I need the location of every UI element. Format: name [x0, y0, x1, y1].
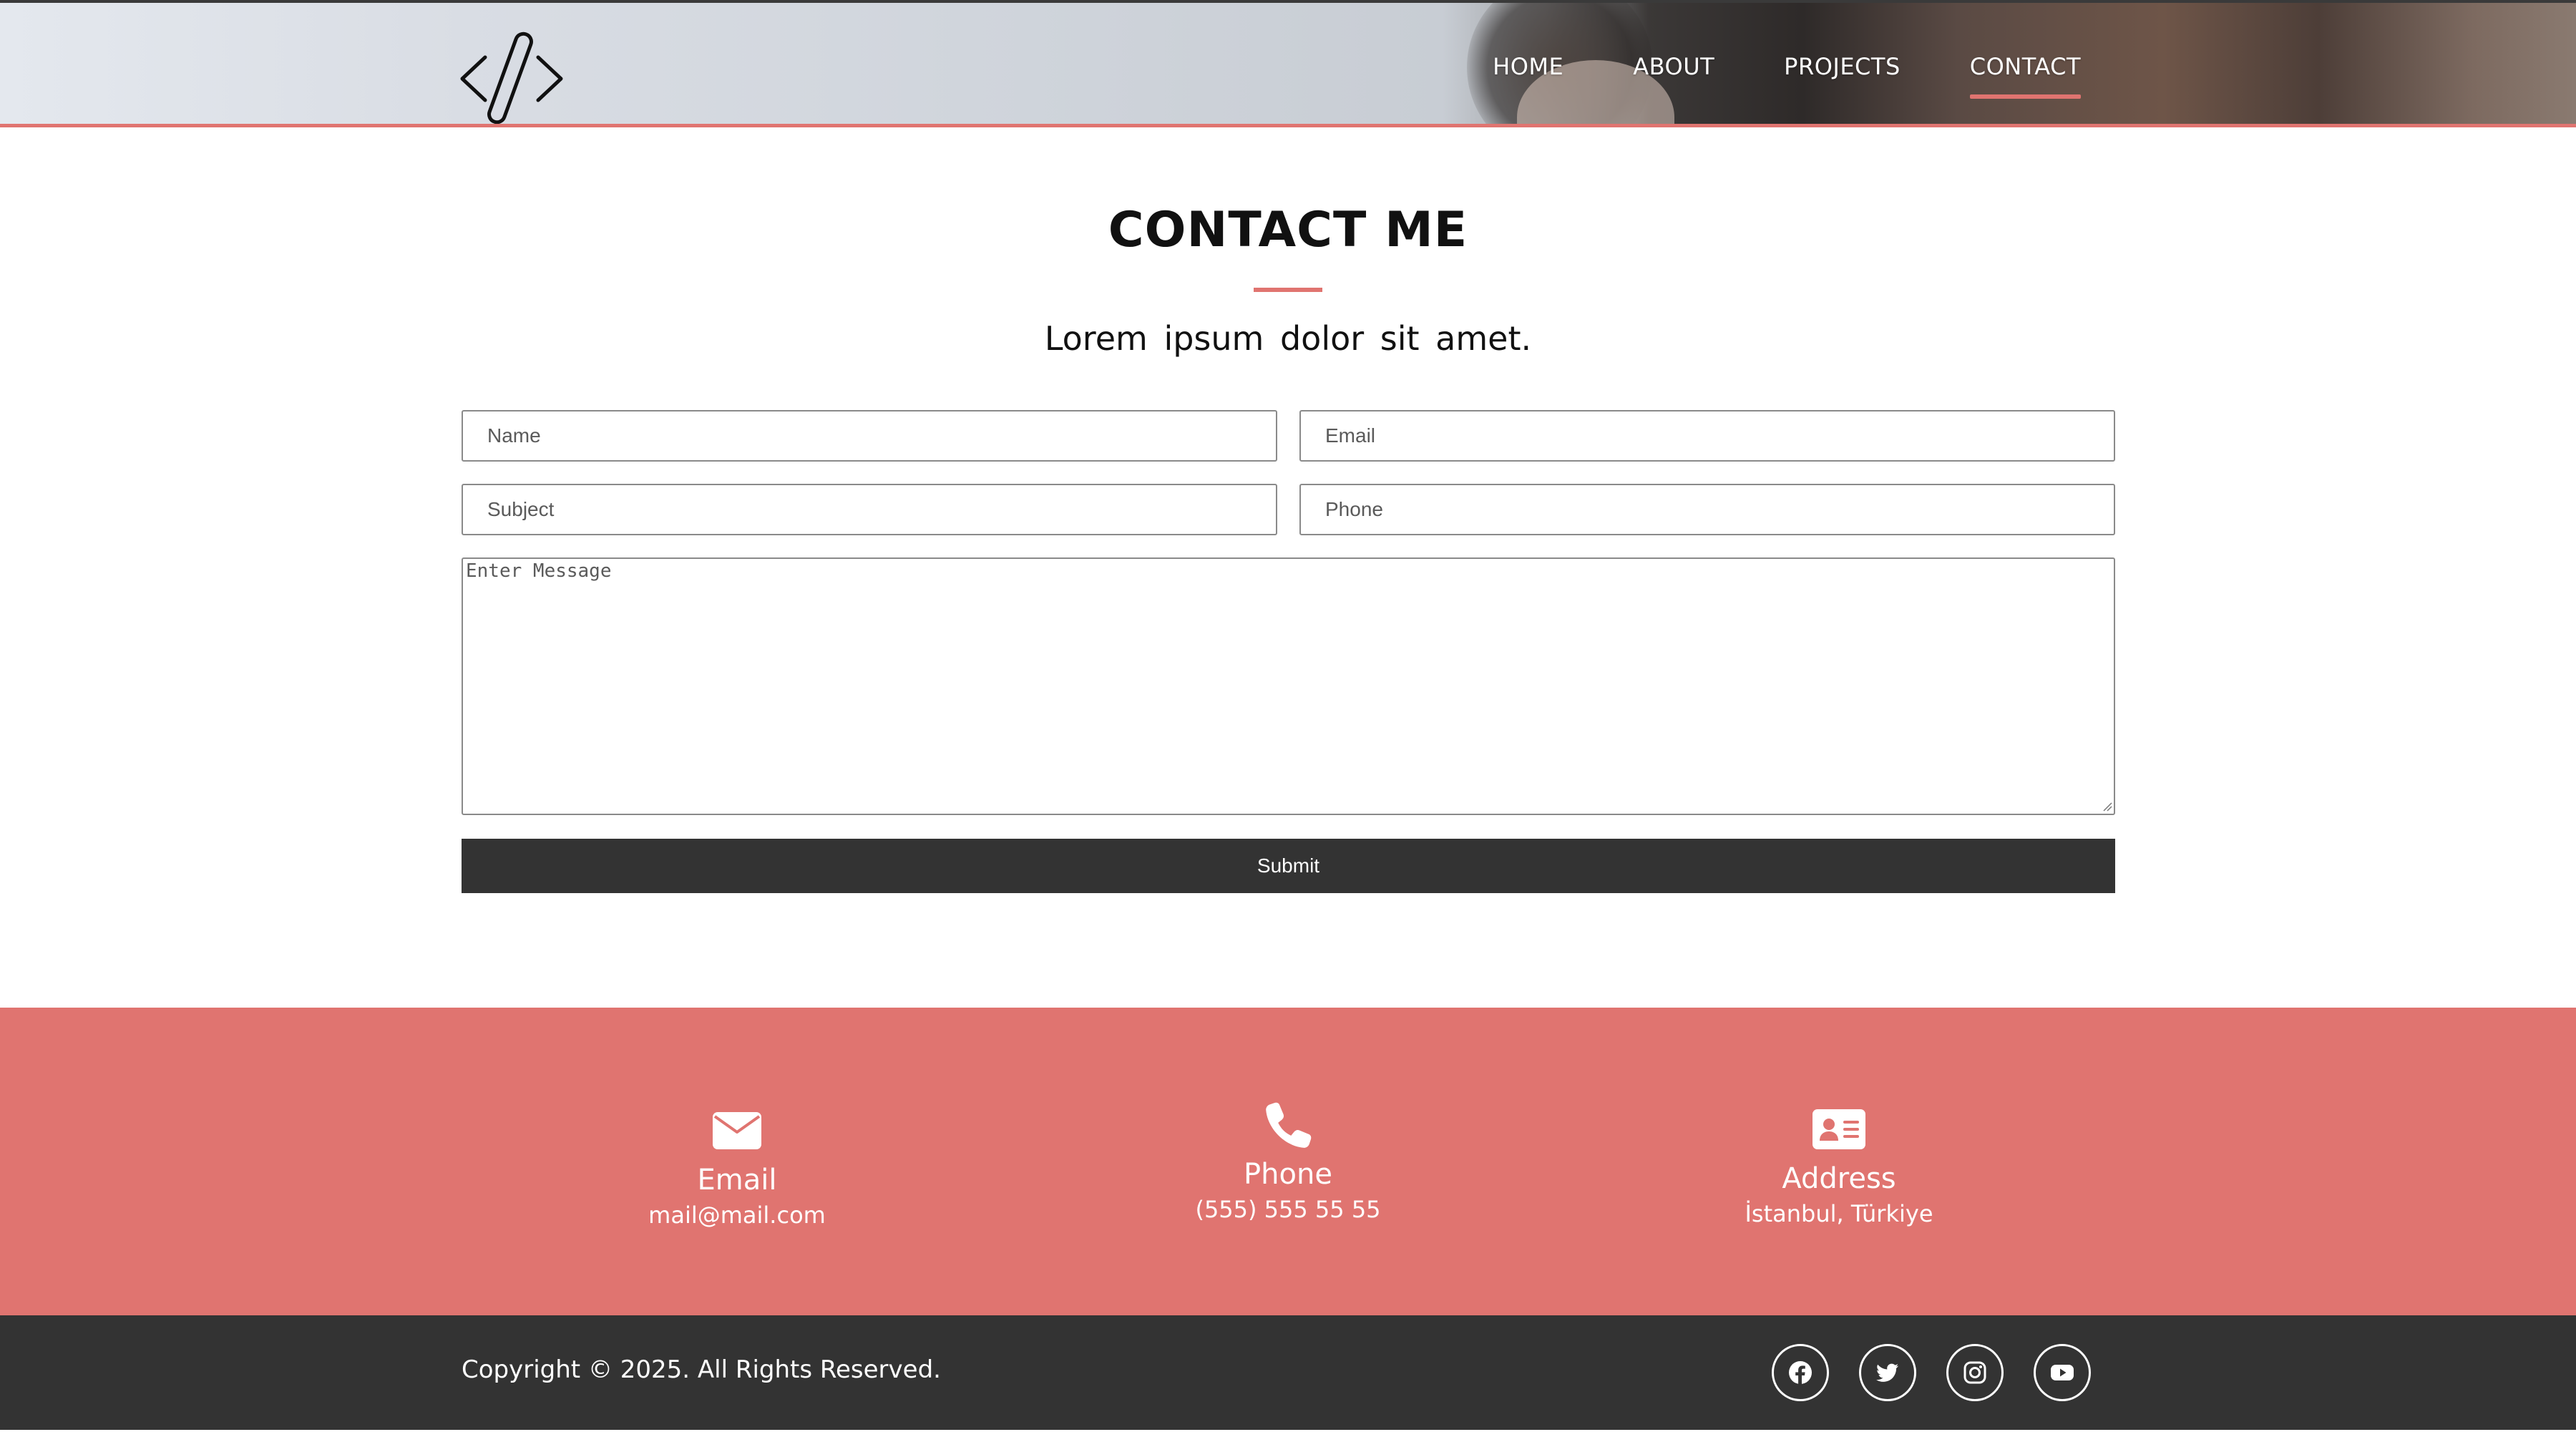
- code-brackets-icon[interactable]: [458, 29, 565, 127]
- page-subtitle: Lorem ipsum dolor sit amet.: [1044, 319, 1532, 358]
- info-address-label: Address: [1782, 1162, 1896, 1195]
- info-phone-label: Phone: [1244, 1158, 1332, 1191]
- phone-icon: [1266, 1102, 1312, 1148]
- info-phone: Phone (555) 555 55 55: [1073, 1099, 1503, 1224]
- subject-input[interactable]: [462, 484, 1277, 535]
- youtube-link[interactable]: [2034, 1344, 2091, 1401]
- facebook-icon: [1789, 1361, 1812, 1384]
- site-footer: Copyright © 2025. All Rights Reserved.: [0, 1315, 2576, 1430]
- youtube-icon: [2051, 1365, 2074, 1380]
- message-textarea[interactable]: [462, 557, 2115, 815]
- instagram-link[interactable]: [1946, 1344, 2004, 1401]
- contact-info-band: Email mail@mail.com Phone (555) 555 55 5…: [0, 1008, 2576, 1315]
- site-header: HOME ABOUT PROJECTS CONTACT: [0, 0, 2576, 127]
- instagram-icon: [1963, 1361, 1986, 1384]
- info-email-value[interactable]: mail@mail.com: [522, 1201, 952, 1229]
- main-nav: HOME ABOUT PROJECTS CONTACT: [1493, 53, 2082, 99]
- info-phone-value[interactable]: (555) 555 55 55: [1073, 1195, 1503, 1224]
- nav-about[interactable]: ABOUT: [1633, 53, 1714, 80]
- envelope-icon: [713, 1112, 761, 1149]
- title-divider: [1254, 288, 1322, 292]
- info-address: Address İstanbul, Türkiye: [1624, 1099, 2054, 1228]
- nav-projects[interactable]: PROJECTS: [1784, 53, 1901, 80]
- phone-input[interactable]: [1299, 484, 2115, 535]
- facebook-link[interactable]: [1772, 1344, 1829, 1401]
- info-email: Email mail@mail.com: [522, 1099, 952, 1229]
- email-input[interactable]: [1299, 410, 2115, 462]
- twitter-icon: [1876, 1363, 1898, 1382]
- textarea-resize-handle[interactable]: [2102, 802, 2112, 812]
- info-address-value: İstanbul, Türkiye: [1745, 1200, 1933, 1227]
- submit-button[interactable]: Submit: [462, 839, 2115, 893]
- address-card-icon: [1813, 1109, 1865, 1149]
- nav-contact[interactable]: CONTACT: [1969, 53, 2082, 99]
- twitter-link[interactable]: [1859, 1344, 1916, 1401]
- info-email-label: Email: [697, 1164, 777, 1197]
- page-title: CONTACT ME: [1108, 202, 1468, 258]
- nav-home[interactable]: HOME: [1493, 53, 1563, 80]
- social-links: [1772, 1344, 2091, 1401]
- copyright-text: Copyright © 2025. All Rights Reserved.: [462, 1355, 941, 1384]
- name-input[interactable]: [462, 410, 1277, 462]
